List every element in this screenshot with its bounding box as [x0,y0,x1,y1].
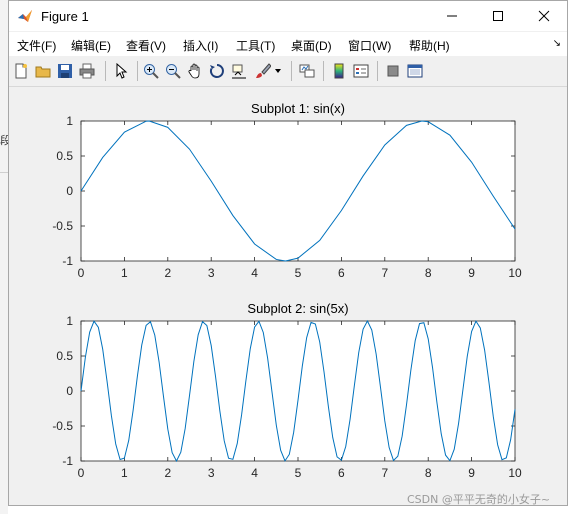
close-icon [538,10,550,22]
subplot-title: Subplot 1: sin(x) [251,101,345,116]
menu-help[interactable]: 帮助(H) [409,37,450,54]
x-tick-label: 6 [338,266,345,280]
background-divider [0,172,8,173]
open-file-icon[interactable] [33,61,53,81]
menu-dock-arrow-icon[interactable]: ↘ [553,38,561,49]
link-plot-icon[interactable] [297,61,317,81]
save-icon[interactable] [55,61,75,81]
axes-2 [80,320,516,462]
x-tick-label: 2 [164,466,171,480]
new-figure-icon[interactable] [11,61,31,81]
print-icon[interactable] [77,61,97,81]
x-tick-label: 6 [338,466,345,480]
x-tick-label: 3 [208,266,215,280]
toolbar-separator [137,61,138,81]
x-tick-label: 8 [425,466,432,480]
x-tick-label: 8 [425,266,432,280]
select-arrow-icon[interactable] [111,61,131,81]
hide-plot-tools-icon[interactable] [383,61,403,81]
colorbar-icon[interactable] [329,61,349,81]
toolbar-separator [323,61,324,81]
axes-1 [80,120,516,262]
y-tick-label: 0.5 [56,349,73,363]
x-tick-label: 10 [508,466,522,480]
toolbar-separator [291,61,292,81]
toolbar-separator [377,61,378,81]
x-tick-label: 1 [121,266,128,280]
zoom-out-icon[interactable] [163,61,183,81]
pan-hand-icon[interactable] [185,61,205,81]
x-tick-label: 1 [121,466,128,480]
y-tick-label: 1 [66,314,73,328]
show-plot-tools-icon[interactable] [405,61,425,81]
menu-file[interactable]: 文件(F) [17,37,56,54]
x-tick-label: 7 [381,466,388,480]
window-title: Figure 1 [41,9,89,24]
matlab-logo-icon [18,10,32,22]
minimize-icon [447,15,457,17]
x-tick-label: 10 [508,266,522,280]
maximize-button[interactable] [475,1,521,31]
x-tick-label: 2 [164,266,171,280]
title-bar[interactable]: Figure 1 [9,1,567,31]
toolbar-separator [105,61,106,81]
background-window-strip [0,0,8,514]
y-tick-label: 1 [66,114,73,128]
y-tick-label: -1 [62,454,73,468]
y-tick-label: -0.5 [52,419,73,433]
menu-edit[interactable]: 编辑(E) [71,37,111,54]
y-tick-label: -1 [62,254,73,268]
y-tick-label: 0.5 [56,149,73,163]
figure-window: Figure 1 文件(F) 编辑(E) 查看(V) 插入(I) 工具(T) 桌… [8,0,568,506]
watermark: CSDN @平平无奇的小女子~ [407,493,551,506]
menu-tools[interactable]: 工具(T) [236,37,275,54]
x-tick-label: 0 [78,466,85,480]
y-tick-label: -0.5 [52,219,73,233]
menu-insert[interactable]: 插入(I) [183,37,218,54]
brush-dropdown-icon[interactable] [273,61,283,81]
x-tick-label: 4 [251,266,258,280]
x-tick-label: 0 [78,266,85,280]
minimize-button[interactable] [429,1,475,31]
subplot-title: Subplot 2: sin(5x) [247,301,348,316]
subplots-svg[interactable]: Subplot 1: sin(x)0 1 2 3 4 5 6 7 8 9 1010.50-0.5-1… [9,87,567,505]
x-tick-label: 5 [295,466,302,480]
y-tick-label: 0 [66,184,73,198]
x-tick-label: 3 [208,466,215,480]
x-tick-label: 7 [381,266,388,280]
zoom-in-icon[interactable] [141,61,161,81]
menu-desktop[interactable]: 桌面(D) [291,37,332,54]
close-button[interactable] [521,1,567,31]
menu-view[interactable]: 查看(V) [126,37,166,54]
x-tick-label: 5 [295,266,302,280]
menu-window[interactable]: 窗口(W) [348,37,391,54]
background-text-fragment: 段 [0,134,8,147]
figure-toolbar [9,56,567,87]
legend-icon[interactable] [351,61,371,81]
rotate-3d-icon[interactable] [207,61,227,81]
menu-bar: 文件(F) 编辑(E) 查看(V) 插入(I) 工具(T) 桌面(D) 窗口(W… [9,32,567,56]
y-tick-label: 0 [66,384,73,398]
x-tick-label: 9 [468,266,475,280]
figure-canvas: Subplot 1: sin(x) 0 1 2 3 4 5 6 7 8 9 10 1 0.5 0 -0.5 -1… [9,87,567,505]
brush-icon[interactable] [253,61,273,81]
x-tick-label: 4 [251,466,258,480]
data-cursor-icon[interactable] [229,61,249,81]
maximize-icon [493,11,503,21]
x-tick-label: 9 [468,466,475,480]
